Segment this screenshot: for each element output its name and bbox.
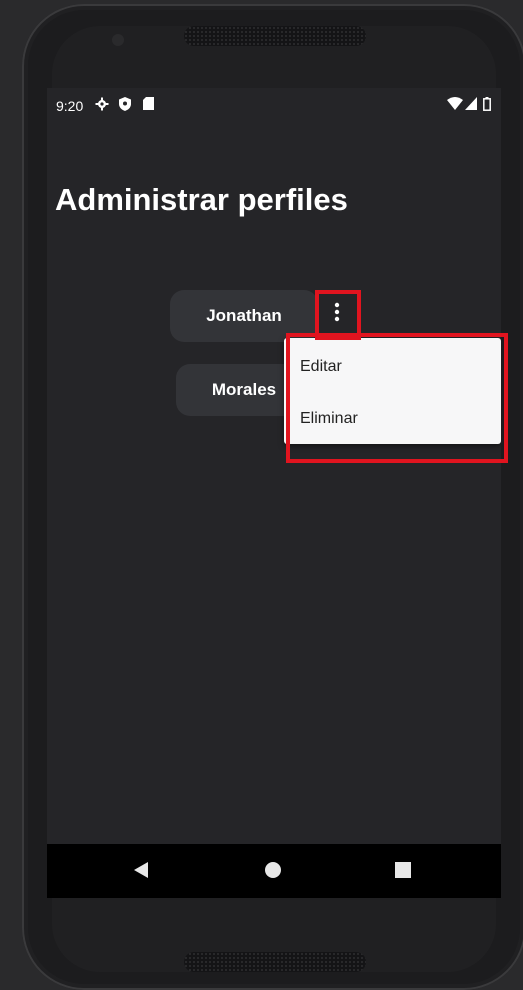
shield-icon [119,97,131,114]
navigation-bar [47,844,501,898]
profile-label: Jonathan [206,306,282,325]
wifi-icon [447,97,463,113]
signal-icon [465,97,477,113]
profile-label: Morales [211,380,277,399]
recents-icon [395,861,411,883]
page-title: Administrar perfiles [55,182,348,217]
back-icon [133,861,149,884]
battery-icon [483,97,491,114]
front-camera [112,34,124,46]
bottom-speaker [184,952,366,972]
back-button[interactable] [129,860,153,884]
settings-icon [95,97,109,114]
earpiece-speaker [184,26,366,46]
status-bar: 9:20 [47,88,501,122]
highlight-context-menu [286,333,508,463]
sd-card-icon [143,97,154,113]
home-icon [264,861,282,884]
device-screen: 9:20 Administrar perfiles Jonathan Moral [47,88,501,898]
recents-button[interactable] [391,860,415,884]
status-time: 9:20 [56,98,84,114]
home-button[interactable] [261,860,285,884]
